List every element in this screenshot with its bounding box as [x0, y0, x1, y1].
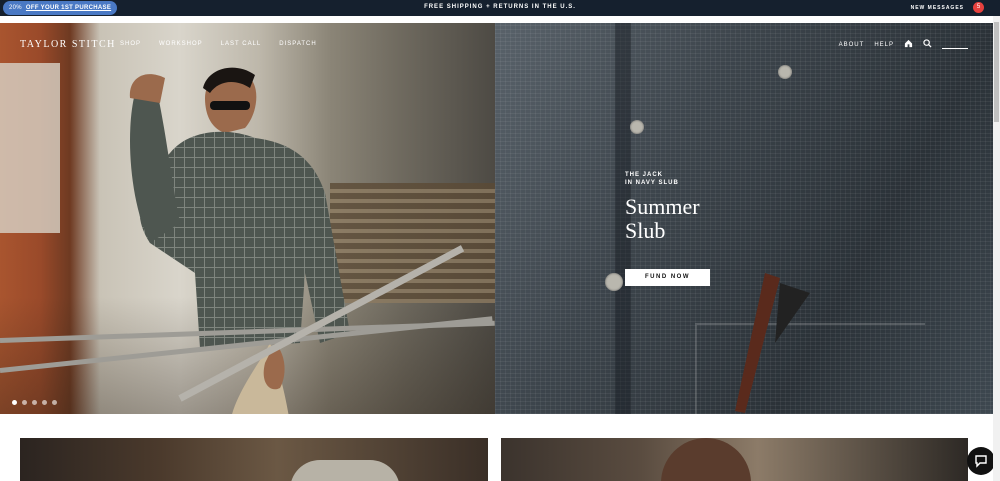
hero-eyebrow-line: IN NAVY SLUB — [625, 180, 679, 186]
carousel-dot[interactable] — [32, 400, 37, 405]
fund-now-button[interactable]: FUND NOW — [625, 269, 710, 286]
hero-headline-line: Slub — [625, 218, 666, 243]
nav-help[interactable]: HELP — [874, 42, 894, 48]
site-header: TAYLOR STITCH SHOP WORKSHOP LAST CALL DI… — [0, 23, 993, 63]
nav-shop[interactable]: SHOP — [120, 41, 141, 47]
sunglasses-illustration — [735, 273, 810, 413]
feature-tile-right[interactable] — [501, 438, 968, 481]
hero-headline-line: Summer — [625, 194, 700, 219]
shirt-button — [630, 120, 644, 134]
shipping-message: FREE SHIPPING + RETURNS IN THE U.S. — [424, 4, 576, 10]
home-icon[interactable] — [904, 39, 913, 50]
hero-headline: Summer Slub — [625, 195, 700, 243]
carousel-dots — [12, 400, 57, 405]
carousel-dot[interactable] — [22, 400, 27, 405]
carousel-dot[interactable] — [42, 400, 47, 405]
feature-tile-left[interactable] — [20, 438, 488, 481]
search-icon[interactable] — [923, 39, 932, 50]
page-scrollbar[interactable] — [993, 16, 1000, 481]
shirt-button — [778, 65, 792, 79]
tile-person-shape — [661, 438, 751, 481]
carousel-dot[interactable] — [12, 400, 17, 405]
messages-count-badge[interactable]: 5 — [973, 2, 984, 13]
hero-carousel — [0, 23, 993, 414]
utility-nav: ABOUT HELP — [839, 39, 968, 50]
hero-eyebrow: THE JACK IN NAVY SLUB — [625, 171, 700, 187]
scrollbar-thumb[interactable] — [994, 22, 999, 122]
carousel-dot[interactable] — [52, 400, 57, 405]
brand-logo[interactable]: TAYLOR STITCH — [20, 39, 116, 50]
hero-image-right — [495, 23, 993, 414]
primary-nav: SHOP WORKSHOP LAST CALL DISPATCH — [120, 41, 317, 47]
chat-icon — [975, 455, 987, 468]
tile-shirt-shape — [290, 460, 400, 481]
chat-launcher[interactable] — [967, 447, 995, 475]
window-shape — [0, 63, 60, 233]
nav-about[interactable]: ABOUT — [839, 42, 865, 48]
shirt-button — [605, 273, 623, 291]
nav-last-call[interactable]: LAST CALL — [221, 41, 262, 47]
nav-dispatch[interactable]: DISPATCH — [279, 41, 316, 47]
hero-copy: THE JACK IN NAVY SLUB Summer Slub — [625, 171, 700, 243]
announcement-bar: 20% OFF YOUR 1ST PURCHASE FREE SHIPPING … — [0, 0, 1000, 16]
search-input[interactable] — [942, 41, 968, 49]
messages-link[interactable]: NEW MESSAGES — [911, 5, 964, 11]
hero-eyebrow-line: THE JACK — [625, 172, 664, 178]
hero-image-left — [0, 23, 495, 414]
nav-workshop[interactable]: WORKSHOP — [159, 41, 203, 47]
